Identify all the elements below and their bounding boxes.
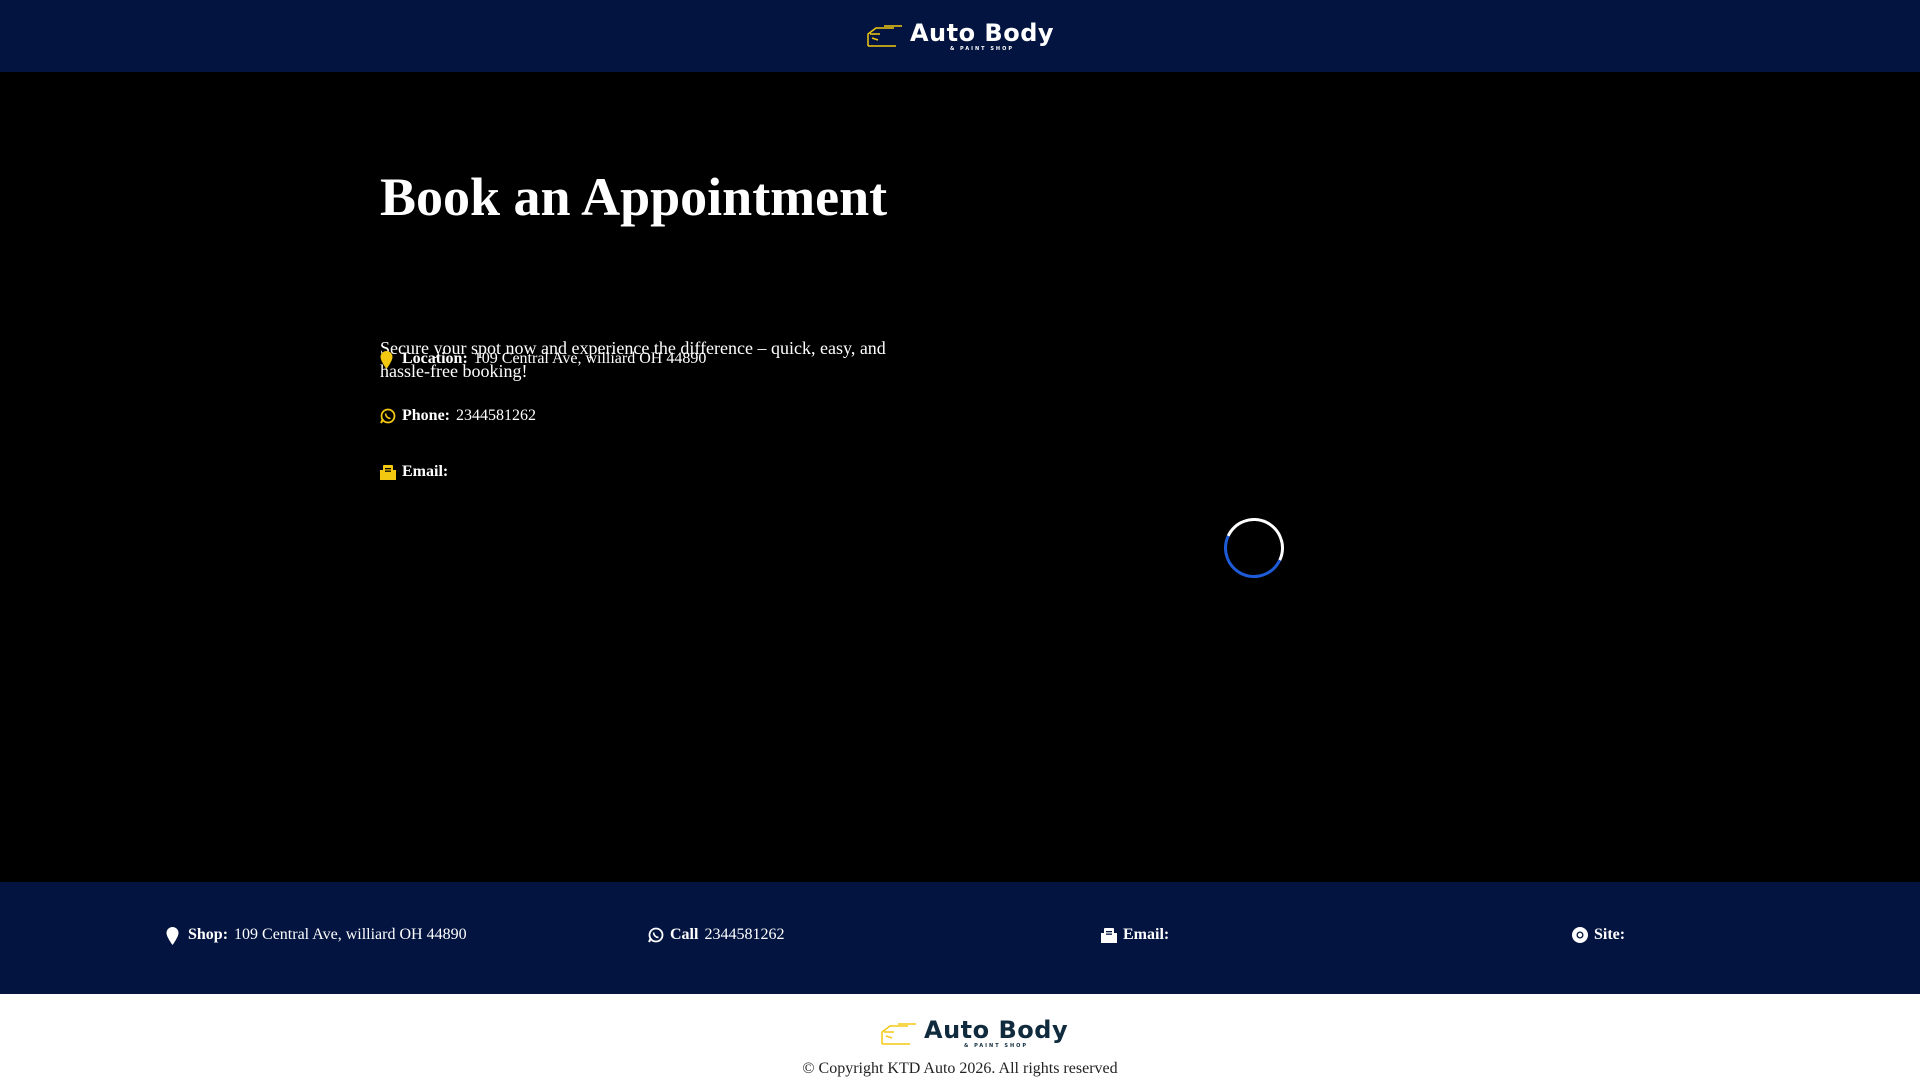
email-label: Email: — [402, 463, 449, 480]
phone-label: Phone: — [402, 407, 450, 424]
shop-value: 109 Central Ave, williard OH 44890 — [234, 926, 467, 943]
envelope-icon — [1101, 927, 1117, 943]
whatsapp-icon — [380, 408, 396, 424]
phone-value[interactable]: 2344581262 — [456, 407, 536, 425]
footer-logo[interactable]: Auto Body & PAINT SHOP — [880, 1018, 1068, 1049]
footer-email-label: Email: — [1123, 926, 1170, 943]
site-footer: Auto Body & PAINT SHOP © Copyright KTD Au… — [0, 994, 1920, 1080]
location-info: Location: 109 Central Ave, williard OH 4… — [380, 350, 707, 369]
booking-section: Book an Appointment Secure your spot now… — [0, 72, 1920, 882]
copyright: © Copyright KTD Auto 2026. All rights re… — [802, 1060, 1118, 1077]
footer-call: Call 2344581262 — [648, 926, 784, 944]
logo[interactable]: Auto Body & PAINT SHOP — [866, 21, 1054, 52]
email-info: Email: — [380, 463, 448, 481]
car-logo-icon — [881, 1022, 916, 1045]
call-label: Call — [670, 926, 699, 943]
call-value[interactable]: 2344581262 — [704, 926, 784, 944]
footer-shop: Shop: 109 Central Ave, williard OH 44890 — [166, 926, 467, 945]
site-header: Auto Body & PAINT SHOP — [0, 0, 1920, 72]
shop-label: Shop: — [188, 926, 229, 943]
logo-text: Auto Body — [909, 18, 1055, 47]
envelope-icon — [380, 464, 396, 480]
logo-subtext: & PAINT SHOP — [949, 45, 1015, 52]
map-pin-icon — [380, 351, 396, 369]
site-label: Site: — [1594, 926, 1626, 943]
footer-site: Site: — [1572, 926, 1625, 944]
logo-subtext: & PAINT SHOP — [964, 1043, 1029, 1049]
location-value: 109 Central Ave, williard OH 44890 — [473, 350, 707, 367]
location-label: Location: — [402, 350, 468, 367]
map-pin-icon — [166, 927, 182, 945]
loading-spinner — [1215, 509, 1293, 587]
phone-info: Phone: 2344581262 — [380, 407, 536, 425]
whatsapp-icon — [648, 927, 664, 943]
car-logo-icon — [867, 25, 902, 47]
chrome-icon — [1572, 927, 1588, 943]
footer-email: Email: — [1101, 926, 1169, 944]
page-title: Book an Appointment — [380, 167, 888, 227]
logo-text: Auto Body — [924, 1016, 1069, 1044]
